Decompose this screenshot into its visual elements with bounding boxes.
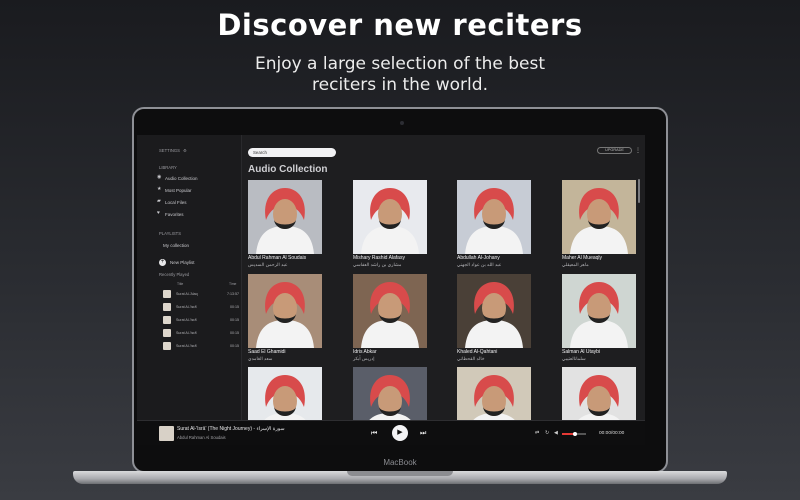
disc-icon: ◉ (157, 174, 162, 180)
reciter-card[interactable]: Saad El Ghamidi سعد الغامدي (248, 274, 322, 366)
track-thumbnail (163, 303, 171, 311)
app-screen: SETTINGS ⚙ LIBRARY ◉ Audio Collection ★ … (137, 135, 645, 445)
sidebar-item-most-popular[interactable]: Most Popular (165, 188, 192, 193)
plus-icon: + (159, 259, 166, 266)
reciter-arabic-name: عبد الرحمن السديس (248, 262, 288, 267)
reciter-photo (562, 180, 636, 254)
heart-icon: ♥ (157, 210, 160, 216)
reciter-photo (457, 274, 531, 348)
recent-row[interactable]: Surat Al-'Isrā' 00:15 (163, 315, 239, 325)
sidebar-item-audio-collection[interactable]: Audio Collection (165, 176, 198, 181)
reciter-photo (353, 180, 427, 254)
recent-row[interactable]: Surat Al-'Isrā' 00:15 (163, 341, 239, 351)
reciter-photo (457, 180, 531, 254)
recent-duration: 00:15 (230, 318, 239, 322)
reciter-arabic-name: إدريس أبكر (353, 356, 375, 361)
now-playing-artist: Abdul Rahman Al Soudais (177, 435, 226, 440)
shuffle-icon[interactable]: ⇄ (535, 430, 539, 436)
reciter-arabic-name: مشاري بن راشد العفاسي (353, 262, 402, 267)
star-icon: ★ (157, 186, 162, 192)
recent-col-time: Time (229, 282, 237, 286)
recent-duration: 7:13:57 (227, 292, 239, 296)
play-button[interactable]: ▶ (392, 425, 408, 441)
folder-icon: ▰ (157, 198, 161, 204)
reciter-card[interactable]: Abdullah Al-Johany عبد الله بن عواد الجهن… (457, 180, 531, 272)
hero-title: Discover new reciters (217, 8, 583, 42)
now-playing-thumbnail (159, 426, 174, 441)
track-thumbnail (163, 290, 171, 298)
more-options-icon[interactable]: ⋮ (635, 147, 641, 154)
track-thumbnail (163, 342, 171, 350)
reciter-name: Abdul Rahman Al Soudais (248, 255, 307, 261)
reciter-photo (353, 274, 427, 348)
new-playlist-label: New Playlist (170, 260, 195, 265)
recent-title: Surat Al-'Isrā' (176, 318, 198, 322)
reciter-card[interactable]: Idris Abkar إدريس أبكر (353, 274, 427, 366)
recent-title: Surat Al-'Isrā' (176, 331, 198, 335)
reciter-card[interactable]: Khaled Al-Qahtani خالد القحطاني (457, 274, 531, 366)
recent-title: Surat Al-'Alaq (176, 292, 198, 296)
recent-row[interactable]: Surat Al-'Isrā' 00:15 (163, 302, 239, 312)
reciter-arabic-name: سعد الغامدي (248, 356, 273, 361)
reciter-card[interactable]: Mishary Rashid Alafasy مشاري بن راشد العف… (353, 180, 427, 272)
reciter-card[interactable]: Salman Al Utaybi سلمانالعتيبي (562, 274, 636, 366)
reciter-card[interactable]: Maher Al Mueaqly ماهر المعيقلي (562, 180, 636, 272)
progress-knob[interactable] (573, 431, 578, 436)
laptop-brand: MacBook (383, 458, 417, 467)
reciter-card[interactable]: Abdul Rahman Al Soudais عبد الرحمن السديس (248, 180, 322, 272)
reciter-name: Salman Al Utaybi (562, 349, 601, 355)
next-icon[interactable]: ⏭ (420, 430, 426, 438)
upgrade-button[interactable]: UPGRADE (597, 147, 632, 154)
settings-link[interactable]: SETTINGS ⚙ (159, 148, 187, 153)
playlist-item[interactable]: My collection (163, 243, 189, 248)
settings-label: SETTINGS (159, 148, 180, 153)
recent-duration: 00:15 (230, 331, 239, 335)
sidebar-item-favorites[interactable]: Favorites (165, 212, 184, 217)
camera-dot (400, 121, 404, 125)
sidebar: SETTINGS ⚙ LIBRARY ◉ Audio Collection ★ … (137, 135, 242, 420)
recent-header: Recently Played (159, 272, 190, 277)
new-playlist-button[interactable]: + New Playlist (159, 259, 219, 267)
progress-slider[interactable] (562, 431, 586, 436)
reciter-photo (248, 274, 322, 348)
reciter-name: Abdullah Al-Johany (457, 255, 500, 261)
section-title: Audio Collection (248, 164, 328, 175)
previous-icon[interactable]: ⏮ (371, 430, 377, 438)
recent-duration: 00:15 (230, 305, 239, 309)
reciter-photo (562, 274, 636, 348)
player-bar: Surat Al-'Isrā' (The Night Journey) - سو… (137, 420, 645, 445)
scrollbar[interactable] (638, 179, 640, 203)
playback-time: 00:00/00:00 (599, 431, 625, 436)
recent-title: Surat Al-'Isrā' (176, 344, 198, 348)
playlists-header: PLAYLISTS (159, 231, 182, 236)
track-thumbnail (163, 329, 171, 337)
reciter-photo (248, 180, 322, 254)
track-thumbnail (163, 316, 171, 324)
laptop-notch (347, 471, 453, 476)
library-header: LIBRARY (159, 165, 177, 170)
reciter-name: Mishary Rashid Alafasy (353, 255, 405, 261)
recent-col-title: Title (177, 282, 184, 286)
recent-row[interactable]: Surat Al-'Isrā' 00:15 (163, 328, 239, 338)
recent-duration: 00:15 (230, 344, 239, 348)
reciter-name: Saad El Ghamidi (248, 349, 286, 355)
sidebar-item-local-files[interactable]: Local Files (165, 200, 187, 205)
now-playing-title: Surat Al-'Isrā' (The Night Journey) - سو… (177, 426, 285, 432)
volume-icon[interactable]: ◀ (554, 430, 558, 436)
search-input[interactable]: Search (248, 148, 336, 157)
repeat-icon[interactable]: ↻ (545, 430, 549, 436)
recent-title: Surat Al-'Isrā' (176, 305, 198, 309)
reciter-name: Khaled Al-Qahtani (457, 349, 498, 355)
gear-icon: ⚙ (183, 148, 187, 153)
reciter-arabic-name: سلمانالعتيبي (562, 356, 586, 361)
recent-row[interactable]: Surat Al-'Alaq 7:13:57 (163, 289, 239, 299)
hero-subtitle: Enjoy a large selection of the best reci… (254, 54, 546, 95)
reciter-name: Maher Al Mueaqly (562, 255, 603, 261)
reciter-name: Idris Abkar (353, 349, 377, 355)
reciter-arabic-name: ماهر المعيقلي (562, 262, 589, 267)
reciter-arabic-name: عبد الله بن عواد الجهني (457, 262, 502, 267)
reciter-arabic-name: خالد القحطاني (457, 356, 485, 361)
